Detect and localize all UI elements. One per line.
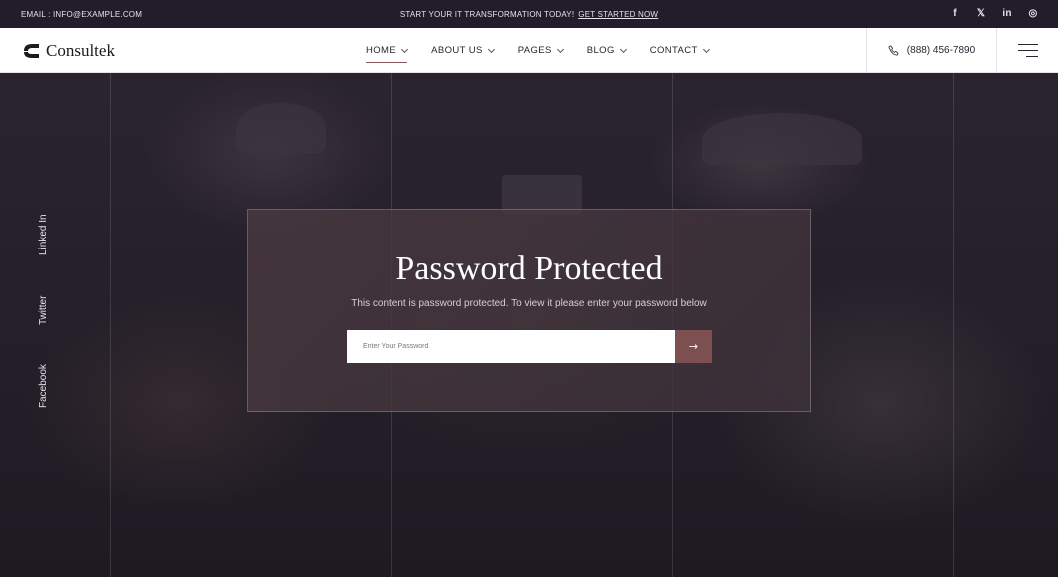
chevron-down-icon — [487, 45, 495, 53]
chevron-down-icon — [401, 45, 409, 53]
background-lamp — [236, 103, 326, 153]
side-link-linkedin[interactable]: Linked In — [38, 214, 49, 255]
nav-label: CONTACT — [649, 45, 698, 56]
hero-section: Linked In Twitter Facebook Password Prot… — [0, 73, 1058, 577]
nav-label: BLOG — [586, 45, 615, 56]
nav-label: HOME — [366, 45, 397, 56]
site-header: Consultek HOME ABOUT US PAGES BLOG CONTA… — [0, 28, 1058, 73]
instagram-icon[interactable]: ◎ — [1028, 8, 1038, 20]
protected-message: This content is password protected. To v… — [351, 298, 707, 309]
brand-name: Consultek — [46, 41, 115, 60]
page-title: Password Protected — [395, 250, 663, 287]
nav-item-home[interactable]: HOME — [366, 45, 409, 63]
hamburger-menu-icon[interactable] — [1018, 44, 1038, 58]
promo-text: START YOUR IT TRANSFORMATION TODAY! — [399, 10, 575, 19]
nav-item-blog[interactable]: BLOG — [586, 45, 627, 56]
logo-mark-icon — [24, 44, 39, 58]
chevron-down-icon — [619, 45, 627, 53]
phone-icon — [888, 45, 899, 56]
social-links: f 𝕏 in ◎ — [950, 8, 1038, 20]
background-lamp — [702, 113, 862, 165]
arrow-right-icon: → — [688, 340, 699, 353]
nav-item-pages[interactable]: PAGES — [517, 45, 564, 56]
chevron-down-icon — [556, 45, 564, 53]
main-nav: HOME ABOUT US PAGES BLOG CONTACT — [366, 45, 710, 63]
get-started-link[interactable]: GET STARTED NOW — [578, 10, 658, 19]
side-link-twitter[interactable]: Twitter — [38, 296, 49, 325]
grid-line — [953, 73, 954, 577]
nav-item-about-us[interactable]: ABOUT US — [431, 45, 495, 56]
submit-password-button[interactable]: → — [675, 330, 712, 363]
side-link-facebook[interactable]: Facebook — [38, 364, 49, 408]
nav-label: ABOUT US — [431, 45, 483, 56]
phone-number: (888) 456-7890 — [906, 45, 976, 56]
password-form: → — [347, 330, 712, 363]
nav-label: PAGES — [517, 45, 552, 56]
x-icon[interactable]: 𝕏 — [976, 8, 986, 20]
top-bar: EMAIL : INFO@EXAMPLE.COM START YOUR IT T… — [0, 0, 1058, 28]
chevron-down-icon — [702, 45, 710, 53]
grid-line — [110, 73, 111, 577]
password-card: Password Protected This content is passw… — [247, 209, 811, 412]
nav-item-contact[interactable]: CONTACT — [649, 45, 710, 56]
brand-logo[interactable]: Consultek — [22, 41, 115, 61]
promo-banner: START YOUR IT TRANSFORMATION TODAY! GET S… — [0, 10, 1058, 19]
facebook-icon[interactable]: f — [950, 8, 960, 20]
linkedin-icon[interactable]: in — [1002, 8, 1012, 20]
phone-contact[interactable]: (888) 456-7890 — [866, 28, 997, 73]
password-input[interactable] — [347, 330, 675, 363]
